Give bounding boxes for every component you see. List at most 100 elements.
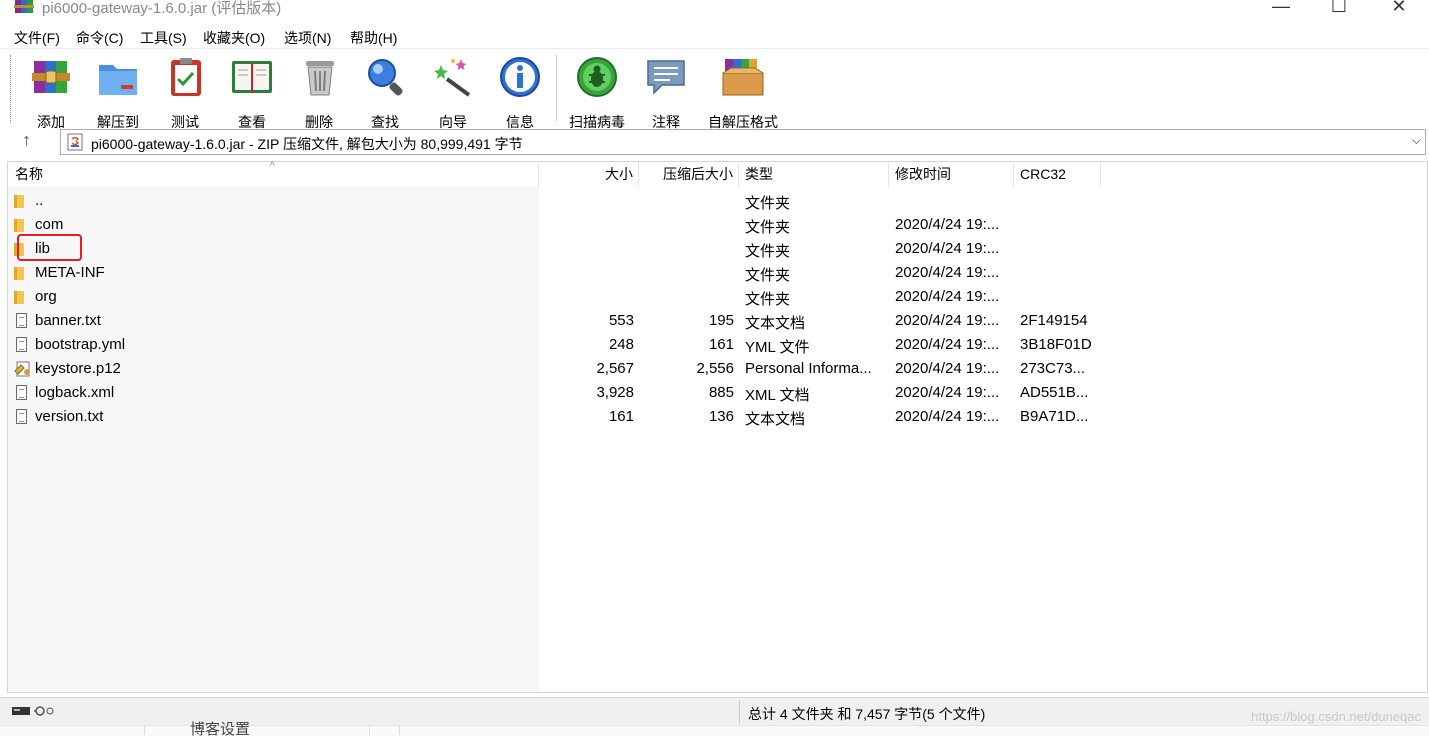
file-row[interactable]: META-INF 文件夹 2020/4/24 19:... bbox=[8, 261, 1108, 285]
document-icon bbox=[14, 313, 28, 329]
toolbar-separator bbox=[556, 55, 557, 121]
status-divider bbox=[739, 700, 740, 724]
file-modified: 2020/4/24 19:... bbox=[895, 288, 1000, 305]
maximize-button[interactable]: ☐ bbox=[1316, 0, 1362, 17]
up-one-level-button[interactable]: ↑ bbox=[22, 130, 31, 151]
file-type: 文件夹 bbox=[745, 291, 791, 308]
view-button[interactable]: 查看 bbox=[228, 55, 276, 130]
comment-button[interactable]: 注释 bbox=[644, 55, 688, 130]
file-size: 2,567 bbox=[596, 360, 634, 377]
menu-bar: 文件(F) 命令(C) 工具(S) 收藏夹(O) 选项(N) 帮助(H) bbox=[0, 25, 1429, 47]
comment-icon bbox=[647, 60, 685, 95]
file-crc32: 2F149154 bbox=[1020, 312, 1088, 329]
folder-icon bbox=[14, 289, 28, 305]
info-icon bbox=[500, 57, 540, 97]
file-row[interactable]: banner.txt 553 195 文本文档 2020/4/24 19:... 2F14… bbox=[8, 309, 1108, 333]
winrar-window: pi6000-gateway-1.6.0.jar (评估版本) — ☐ ✕ 文件… bbox=[0, 0, 1429, 726]
file-type: 文本文档 bbox=[745, 411, 806, 428]
menu-tools[interactable]: 工具(S) bbox=[140, 28, 187, 48]
file-name: META-INF bbox=[35, 264, 105, 281]
chevron-down-icon[interactable]: ⌵ bbox=[1412, 133, 1421, 148]
sfx-button[interactable]: 自解压格式 bbox=[704, 55, 782, 130]
file-type: XML 文档 bbox=[745, 387, 810, 404]
file-name: bootstrap.yml bbox=[35, 336, 126, 353]
file-size: 3,928 bbox=[596, 384, 634, 401]
document-icon bbox=[14, 385, 28, 401]
test-icon bbox=[171, 58, 201, 96]
file-row[interactable]: lib 文件夹 2020/4/24 19:... bbox=[8, 237, 1108, 261]
column-header-packed[interactable]: 压缩后大小 bbox=[639, 162, 739, 187]
file-name: version.txt bbox=[35, 408, 104, 425]
delete-button[interactable]: 删除 bbox=[298, 55, 340, 130]
file-row[interactable]: keystore.p12 2,567 2,556 Personal Informa..… bbox=[8, 357, 1108, 381]
file-row[interactable]: version.txt 161 136 文本文档 2020/4/24 19:... B9A… bbox=[8, 405, 1108, 429]
add-button[interactable]: 添加 bbox=[28, 55, 74, 130]
file-packed-size: 195 bbox=[708, 312, 734, 329]
file-modified: 2020/4/24 19:... bbox=[895, 384, 1000, 401]
file-packed-size: 2,556 bbox=[696, 360, 734, 377]
file-name: keystore.p12 bbox=[35, 360, 121, 377]
extract-to-button[interactable]: 解压到 bbox=[94, 55, 142, 130]
lib-highlight-box bbox=[17, 234, 82, 261]
info-button[interactable]: 信息 bbox=[497, 55, 543, 130]
column-header-type[interactable]: 类型 bbox=[739, 162, 889, 187]
file-type: YML 文件 bbox=[745, 339, 810, 356]
folder-icon bbox=[14, 193, 28, 209]
file-type: 文件夹 bbox=[745, 219, 791, 236]
folder-icon bbox=[14, 265, 28, 281]
address-bar[interactable]: pi6000-gateway-1.6.0.jar - ZIP 压缩文件, 解包大… bbox=[60, 129, 1426, 155]
close-button[interactable]: ✕ bbox=[1376, 0, 1422, 17]
winrar-app-icon bbox=[14, 0, 34, 13]
toolbar-grip bbox=[10, 55, 14, 123]
certificate-file-icon bbox=[14, 361, 30, 377]
folder-icon bbox=[14, 217, 28, 233]
background-window-text: 博客设置 bbox=[190, 721, 251, 738]
background-divider bbox=[369, 726, 370, 735]
file-name: com bbox=[35, 216, 64, 233]
watermark: https://blog.csdn.net/duneqac bbox=[1251, 709, 1421, 724]
file-row[interactable]: com 文件夹 2020/4/24 19:... bbox=[8, 213, 1108, 237]
document-icon bbox=[14, 337, 28, 353]
file-size: 553 bbox=[608, 312, 634, 329]
status-summary: 总计 4 文件夹 和 7,457 字节(5 个文件) bbox=[748, 706, 986, 722]
file-type: 文件夹 bbox=[745, 243, 791, 260]
minimize-button[interactable]: — bbox=[1258, 0, 1304, 17]
file-type: 文件夹 bbox=[745, 195, 791, 212]
file-row[interactable]: bootstrap.yml 248 161 YML 文件 2020/4/24 19:..… bbox=[8, 333, 1108, 357]
menu-options[interactable]: 选项(N) bbox=[284, 28, 331, 48]
background-divider bbox=[144, 726, 145, 735]
file-modified: 2020/4/24 19:... bbox=[895, 240, 1000, 257]
test-button[interactable]: 测试 bbox=[164, 55, 206, 130]
address-row: ↑ pi6000-gateway-1.6.0.jar - ZIP 压缩文件, 解… bbox=[0, 128, 1429, 158]
title-bar: pi6000-gateway-1.6.0.jar (评估版本) — ☐ ✕ bbox=[0, 0, 1429, 22]
file-crc32: 3B18F01D bbox=[1020, 336, 1092, 353]
file-name: .. bbox=[35, 192, 44, 209]
column-header-crc32[interactable]: CRC32 bbox=[1014, 162, 1101, 187]
menu-file[interactable]: 文件(F) bbox=[14, 28, 60, 48]
extract-to-icon bbox=[99, 65, 137, 95]
wizard-wand-icon bbox=[434, 59, 471, 97]
file-type: 文件夹 bbox=[745, 267, 791, 284]
column-header-modified[interactable]: 修改时间 bbox=[889, 162, 1014, 187]
column-header-name[interactable]: 名称 ^ bbox=[8, 161, 539, 187]
wizard-button[interactable]: 向导 bbox=[430, 55, 476, 130]
file-modified: 2020/4/24 19:... bbox=[895, 264, 1000, 281]
drive-key-icon bbox=[12, 706, 54, 716]
file-type: Personal Informa... bbox=[745, 360, 872, 377]
file-packed-size: 161 bbox=[708, 336, 734, 353]
file-row[interactable]: .. 文件夹 bbox=[8, 189, 1108, 213]
menu-favorites[interactable]: 收藏夹(O) bbox=[203, 28, 265, 48]
sfx-box-icon bbox=[722, 59, 764, 96]
column-header-name-label: 名称 bbox=[15, 166, 43, 182]
menu-command[interactable]: 命令(C) bbox=[76, 28, 123, 48]
file-type: 文本文档 bbox=[745, 315, 806, 332]
menu-help[interactable]: 帮助(H) bbox=[350, 28, 397, 48]
window-title: pi6000-gateway-1.6.0.jar (评估版本) bbox=[42, 0, 282, 17]
column-header-size[interactable]: 大小 bbox=[539, 162, 639, 187]
file-name: org bbox=[35, 288, 57, 305]
file-modified: 2020/4/24 19:... bbox=[895, 360, 1000, 377]
find-button[interactable]: 查找 bbox=[362, 55, 408, 130]
file-row[interactable]: logback.xml 3,928 885 XML 文档 2020/4/24 19:..… bbox=[8, 381, 1108, 405]
file-row[interactable]: org 文件夹 2020/4/24 19:... bbox=[8, 285, 1108, 309]
virus-scan-button[interactable]: 扫描病毒 bbox=[566, 55, 628, 130]
